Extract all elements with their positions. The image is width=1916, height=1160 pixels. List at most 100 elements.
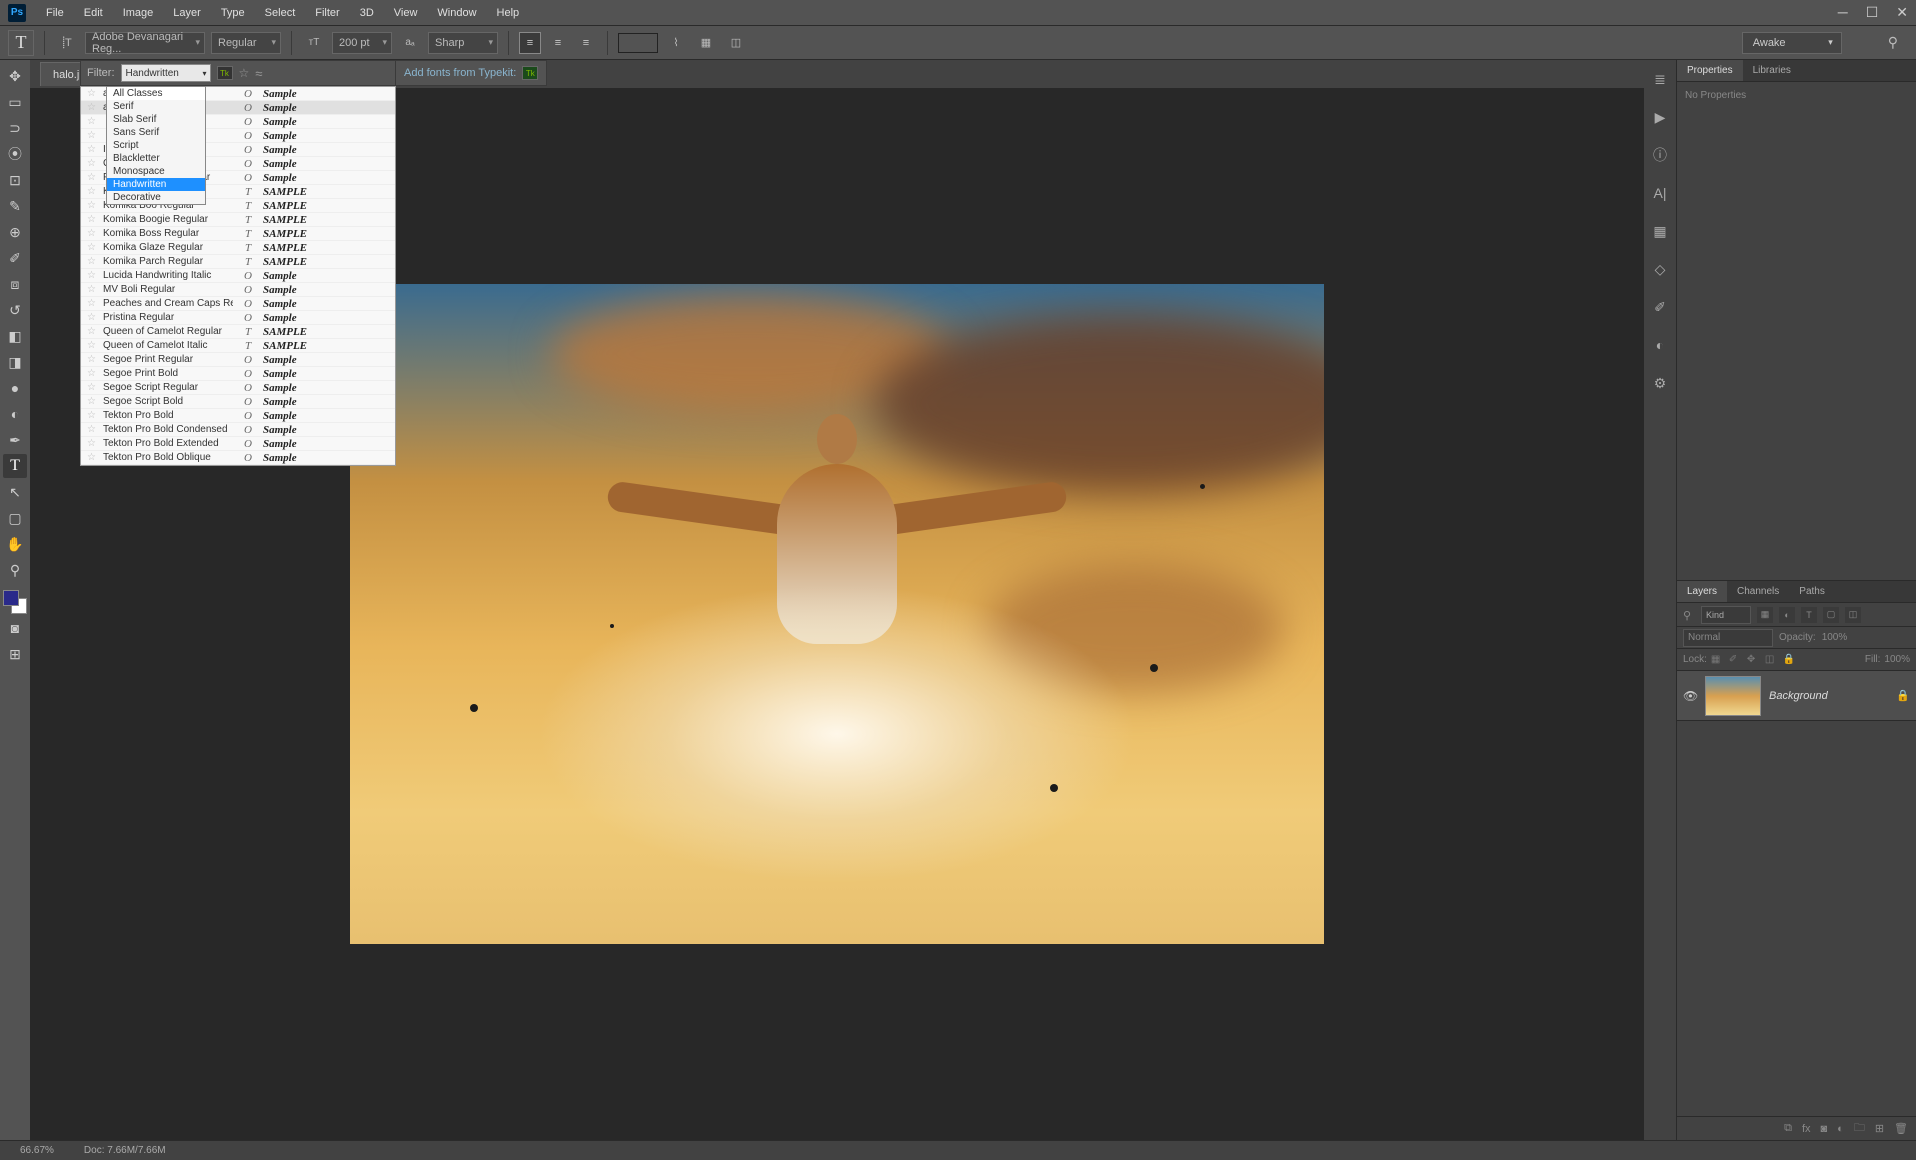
foreground-background-colors[interactable] — [3, 590, 27, 614]
clone-tool[interactable]: ⧈ — [3, 272, 27, 296]
filter-shape-icon[interactable]: ▢ — [1823, 607, 1839, 623]
font-list-item[interactable]: ☆Queen of Camelot RegularTSAMPLE — [81, 325, 395, 339]
adjustments-panel-icon[interactable]: ◐ — [1649, 334, 1671, 356]
typekit-link-text[interactable]: Add fonts from Typekit: — [404, 67, 516, 79]
info-panel-icon[interactable]: ⓘ — [1649, 144, 1671, 166]
font-class-sans-serif[interactable]: Sans Serif — [107, 126, 205, 139]
favorite-star-icon[interactable]: ☆ — [87, 382, 97, 393]
toggle-text-orientation-icon[interactable]: ⸽T — [55, 31, 79, 55]
favorite-star-icon[interactable]: ☆ — [87, 284, 97, 295]
menu-3d[interactable]: 3D — [350, 3, 384, 23]
favorite-star-icon[interactable]: ☆ — [87, 424, 97, 435]
similar-fonts-icon[interactable]: ≈ — [255, 66, 262, 81]
menu-window[interactable]: Window — [427, 3, 486, 23]
search-icon[interactable]: ⚲ — [1888, 34, 1898, 51]
favorite-star-icon[interactable]: ☆ — [87, 144, 97, 155]
lock-transparency-icon[interactable]: ▦ — [1711, 654, 1725, 665]
actions-panel-icon[interactable]: ▶ — [1649, 106, 1671, 128]
marquee-tool[interactable]: ▭ — [3, 90, 27, 114]
favorite-star-icon[interactable]: ☆ — [87, 228, 97, 239]
font-class-serif[interactable]: Serif — [107, 100, 205, 113]
font-list-item[interactable]: ☆Segoe Script BoldOSample — [81, 395, 395, 409]
favorite-star-icon[interactable]: ☆ — [87, 200, 97, 211]
align-left-button[interactable]: ≡ — [519, 32, 541, 54]
font-class-decorative[interactable]: Decorative — [107, 191, 205, 204]
visibility-eye-icon[interactable]: 👁 — [1683, 689, 1697, 703]
close-icon[interactable]: ✕ — [1896, 4, 1908, 21]
favorite-filter-icon[interactable]: ☆ — [239, 66, 250, 80]
filter-pixel-icon[interactable]: ▦ — [1757, 607, 1773, 623]
font-style-dropdown[interactable]: Regular — [211, 32, 281, 54]
font-class-all[interactable]: All Classes — [107, 87, 205, 100]
font-list-item[interactable]: ☆Segoe Script RegularOSample — [81, 381, 395, 395]
eraser-tool[interactable]: ◧ — [3, 324, 27, 348]
favorite-star-icon[interactable]: ☆ — [87, 298, 97, 309]
type-tool[interactable]: T — [3, 454, 27, 478]
layer-mask-icon[interactable]: ◙ — [1821, 1123, 1828, 1135]
3d-text-icon[interactable]: ◫ — [724, 31, 748, 55]
filter-smart-icon[interactable]: ◫ — [1845, 607, 1861, 623]
font-list-item[interactable]: ☆Segoe Print BoldOSample — [81, 367, 395, 381]
typekit-badge-icon[interactable]: Tk — [217, 66, 233, 80]
font-list-item[interactable]: ☆Komika Glaze RegularTSAMPLE — [81, 241, 395, 255]
tab-layers[interactable]: Layers — [1677, 581, 1727, 602]
lock-artboard-icon[interactable]: ◫ — [1765, 654, 1779, 665]
swatches-panel-icon[interactable]: ▦ — [1649, 220, 1671, 242]
favorite-star-icon[interactable]: ☆ — [87, 438, 97, 449]
lock-pixels-icon[interactable]: ✐ — [1729, 654, 1743, 665]
delete-layer-icon[interactable]: 🗑 — [1894, 1122, 1908, 1135]
menu-select[interactable]: Select — [255, 3, 306, 23]
lock-icon[interactable]: 🔒 — [1896, 689, 1910, 702]
font-list-item[interactable]: ☆Peaches and Cream Caps RegularOSample — [81, 297, 395, 311]
typekit-add-icon[interactable]: Tk — [522, 66, 538, 80]
font-class-monospace[interactable]: Monospace — [107, 165, 205, 178]
layer-fx-icon[interactable]: fx — [1802, 1123, 1811, 1135]
favorite-star-icon[interactable]: ☆ — [87, 172, 97, 183]
menu-image[interactable]: Image — [113, 3, 164, 23]
favorite-star-icon[interactable]: ☆ — [87, 410, 97, 421]
history-panel-icon[interactable]: ≣ — [1649, 68, 1671, 90]
tab-libraries[interactable]: Libraries — [1743, 60, 1801, 81]
font-list-item[interactable]: ☆Tekton Pro Bold ExtendedOSample — [81, 437, 395, 451]
brush-panel-icon[interactable]: ✐ — [1649, 296, 1671, 318]
layer-kind-dropdown[interactable]: Kind — [1701, 606, 1751, 624]
favorite-star-icon[interactable]: ☆ — [87, 270, 97, 281]
move-tool[interactable]: ✥ — [3, 64, 27, 88]
hand-tool[interactable]: ✋ — [3, 532, 27, 556]
font-list-item[interactable]: ☆Pristina RegularOSample — [81, 311, 395, 325]
favorite-star-icon[interactable]: ☆ — [87, 340, 97, 351]
font-list-item[interactable]: ☆Lucida Handwriting ItalicOSample — [81, 269, 395, 283]
favorite-star-icon[interactable]: ☆ — [87, 186, 97, 197]
tab-channels[interactable]: Channels — [1727, 581, 1789, 602]
favorite-star-icon[interactable]: ☆ — [87, 242, 97, 253]
menu-layer[interactable]: Layer — [163, 3, 211, 23]
favorite-star-icon[interactable]: ☆ — [87, 312, 97, 323]
font-class-handwritten[interactable]: Handwritten — [107, 178, 205, 191]
maximize-icon[interactable]: ☐ — [1866, 4, 1879, 21]
pen-tool[interactable]: ✒ — [3, 428, 27, 452]
color-panel-icon[interactable]: ◇ — [1649, 258, 1671, 280]
active-tool-icon[interactable]: T — [8, 30, 34, 56]
quick-select-tool[interactable]: ⦿ — [3, 142, 27, 166]
favorite-star-icon[interactable]: ☆ — [87, 256, 97, 267]
search-icon[interactable]: ⚲ — [1683, 609, 1695, 621]
opacity-value[interactable]: 100% — [1822, 632, 1848, 643]
gradient-tool[interactable]: ◨ — [3, 350, 27, 374]
favorite-star-icon[interactable]: ☆ — [87, 116, 97, 127]
new-adjustment-icon[interactable]: ◐ — [1837, 1123, 1844, 1135]
favorite-star-icon[interactable]: ☆ — [87, 452, 97, 463]
font-class-blackletter[interactable]: Blackletter — [107, 152, 205, 165]
font-list-item[interactable]: ☆Segoe Print RegularOSample — [81, 353, 395, 367]
font-class-slab-serif[interactable]: Slab Serif — [107, 113, 205, 126]
fill-value[interactable]: 100% — [1884, 654, 1910, 665]
text-color-swatch[interactable] — [618, 33, 658, 53]
menu-file[interactable]: File — [36, 3, 74, 23]
align-right-button[interactable]: ≡ — [575, 32, 597, 54]
menu-type[interactable]: Type — [211, 3, 255, 23]
minimize-icon[interactable]: ─ — [1838, 4, 1848, 21]
font-list-item[interactable]: ☆Komika Boss RegularTSAMPLE — [81, 227, 395, 241]
brush-tool[interactable]: ✐ — [3, 246, 27, 270]
favorite-star-icon[interactable]: ☆ — [87, 158, 97, 169]
foreground-color[interactable] — [3, 590, 19, 606]
font-list-item[interactable]: ☆Komika Boogie RegularTSAMPLE — [81, 213, 395, 227]
